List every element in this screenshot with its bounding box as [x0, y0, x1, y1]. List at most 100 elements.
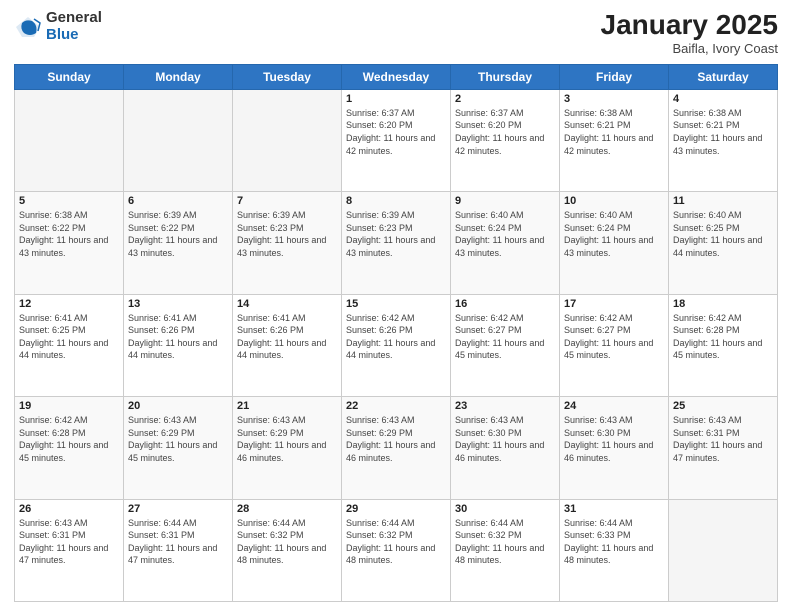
calendar-week-row: 12 Sunrise: 6:41 AMSunset: 6:25 PMDaylig…: [15, 294, 778, 396]
calendar-cell: 29 Sunrise: 6:44 AMSunset: 6:32 PMDaylig…: [342, 499, 451, 601]
day-number: 9: [455, 195, 555, 207]
day-info: Sunrise: 6:42 AMSunset: 6:27 PMDaylight:…: [455, 312, 555, 362]
day-number: 28: [237, 503, 337, 515]
calendar-cell: 21 Sunrise: 6:43 AMSunset: 6:29 PMDaylig…: [233, 397, 342, 499]
calendar-cell: 8 Sunrise: 6:39 AMSunset: 6:23 PMDayligh…: [342, 192, 451, 294]
day-number: 19: [19, 400, 119, 412]
weekday-header: Tuesday: [233, 64, 342, 89]
day-number: 24: [564, 400, 664, 412]
day-number: 16: [455, 298, 555, 310]
day-info: Sunrise: 6:43 AMSunset: 6:29 PMDaylight:…: [128, 414, 228, 464]
calendar-cell: 11 Sunrise: 6:40 AMSunset: 6:25 PMDaylig…: [669, 192, 778, 294]
day-info: Sunrise: 6:42 AMSunset: 6:27 PMDaylight:…: [564, 312, 664, 362]
day-info: Sunrise: 6:43 AMSunset: 6:31 PMDaylight:…: [19, 517, 119, 567]
day-info: Sunrise: 6:42 AMSunset: 6:28 PMDaylight:…: [19, 414, 119, 464]
day-info: Sunrise: 6:43 AMSunset: 6:31 PMDaylight:…: [673, 414, 773, 464]
calendar-cell: 4 Sunrise: 6:38 AMSunset: 6:21 PMDayligh…: [669, 89, 778, 191]
weekday-header: Thursday: [451, 64, 560, 89]
calendar-cell: 22 Sunrise: 6:43 AMSunset: 6:29 PMDaylig…: [342, 397, 451, 499]
calendar-cell: [669, 499, 778, 601]
day-info: Sunrise: 6:40 AMSunset: 6:24 PMDaylight:…: [455, 209, 555, 259]
day-info: Sunrise: 6:38 AMSunset: 6:22 PMDaylight:…: [19, 209, 119, 259]
day-info: Sunrise: 6:41 AMSunset: 6:25 PMDaylight:…: [19, 312, 119, 362]
day-info: Sunrise: 6:41 AMSunset: 6:26 PMDaylight:…: [237, 312, 337, 362]
day-number: 3: [564, 93, 664, 105]
day-number: 17: [564, 298, 664, 310]
day-number: 18: [673, 298, 773, 310]
calendar-cell: 16 Sunrise: 6:42 AMSunset: 6:27 PMDaylig…: [451, 294, 560, 396]
calendar-cell: 14 Sunrise: 6:41 AMSunset: 6:26 PMDaylig…: [233, 294, 342, 396]
logo-blue: Blue: [46, 27, 102, 44]
logo-icon: [14, 13, 42, 41]
day-info: Sunrise: 6:43 AMSunset: 6:29 PMDaylight:…: [346, 414, 446, 464]
day-number: 26: [19, 503, 119, 515]
calendar-cell: 20 Sunrise: 6:43 AMSunset: 6:29 PMDaylig…: [124, 397, 233, 499]
day-number: 27: [128, 503, 228, 515]
day-number: 6: [128, 195, 228, 207]
day-number: 30: [455, 503, 555, 515]
calendar-cell: 24 Sunrise: 6:43 AMSunset: 6:30 PMDaylig…: [560, 397, 669, 499]
day-number: 4: [673, 93, 773, 105]
day-number: 23: [455, 400, 555, 412]
day-info: Sunrise: 6:42 AMSunset: 6:26 PMDaylight:…: [346, 312, 446, 362]
calendar-cell: 30 Sunrise: 6:44 AMSunset: 6:32 PMDaylig…: [451, 499, 560, 601]
day-info: Sunrise: 6:39 AMSunset: 6:23 PMDaylight:…: [237, 209, 337, 259]
calendar-cell: 25 Sunrise: 6:43 AMSunset: 6:31 PMDaylig…: [669, 397, 778, 499]
day-info: Sunrise: 6:38 AMSunset: 6:21 PMDaylight:…: [564, 107, 664, 157]
calendar-cell: 31 Sunrise: 6:44 AMSunset: 6:33 PMDaylig…: [560, 499, 669, 601]
calendar-cell: 10 Sunrise: 6:40 AMSunset: 6:24 PMDaylig…: [560, 192, 669, 294]
header: General Blue January 2025 Baifla, Ivory …: [14, 10, 778, 56]
day-info: Sunrise: 6:44 AMSunset: 6:33 PMDaylight:…: [564, 517, 664, 567]
calendar-cell: 12 Sunrise: 6:41 AMSunset: 6:25 PMDaylig…: [15, 294, 124, 396]
main-title: January 2025: [601, 10, 778, 41]
day-number: 10: [564, 195, 664, 207]
calendar-cell: 6 Sunrise: 6:39 AMSunset: 6:22 PMDayligh…: [124, 192, 233, 294]
day-number: 8: [346, 195, 446, 207]
calendar-cell: 13 Sunrise: 6:41 AMSunset: 6:26 PMDaylig…: [124, 294, 233, 396]
day-info: Sunrise: 6:39 AMSunset: 6:23 PMDaylight:…: [346, 209, 446, 259]
day-number: 25: [673, 400, 773, 412]
weekday-header: Sunday: [15, 64, 124, 89]
day-number: 2: [455, 93, 555, 105]
calendar-cell: 3 Sunrise: 6:38 AMSunset: 6:21 PMDayligh…: [560, 89, 669, 191]
day-info: Sunrise: 6:39 AMSunset: 6:22 PMDaylight:…: [128, 209, 228, 259]
day-number: 31: [564, 503, 664, 515]
logo-text: General Blue: [46, 10, 102, 43]
calendar-table: SundayMondayTuesdayWednesdayThursdayFrid…: [14, 64, 778, 602]
day-number: 11: [673, 195, 773, 207]
day-info: Sunrise: 6:42 AMSunset: 6:28 PMDaylight:…: [673, 312, 773, 362]
calendar-cell: 17 Sunrise: 6:42 AMSunset: 6:27 PMDaylig…: [560, 294, 669, 396]
calendar-cell: [15, 89, 124, 191]
day-info: Sunrise: 6:44 AMSunset: 6:32 PMDaylight:…: [455, 517, 555, 567]
calendar-cell: 23 Sunrise: 6:43 AMSunset: 6:30 PMDaylig…: [451, 397, 560, 499]
calendar-cell: 27 Sunrise: 6:44 AMSunset: 6:31 PMDaylig…: [124, 499, 233, 601]
calendar-cell: 7 Sunrise: 6:39 AMSunset: 6:23 PMDayligh…: [233, 192, 342, 294]
day-info: Sunrise: 6:44 AMSunset: 6:32 PMDaylight:…: [346, 517, 446, 567]
calendar-cell: 9 Sunrise: 6:40 AMSunset: 6:24 PMDayligh…: [451, 192, 560, 294]
calendar-cell: [124, 89, 233, 191]
day-number: 5: [19, 195, 119, 207]
day-info: Sunrise: 6:41 AMSunset: 6:26 PMDaylight:…: [128, 312, 228, 362]
calendar-cell: [233, 89, 342, 191]
day-info: Sunrise: 6:40 AMSunset: 6:25 PMDaylight:…: [673, 209, 773, 259]
day-number: 29: [346, 503, 446, 515]
day-info: Sunrise: 6:43 AMSunset: 6:30 PMDaylight:…: [455, 414, 555, 464]
day-number: 13: [128, 298, 228, 310]
weekday-header: Saturday: [669, 64, 778, 89]
calendar-cell: 15 Sunrise: 6:42 AMSunset: 6:26 PMDaylig…: [342, 294, 451, 396]
logo-general: General: [46, 10, 102, 27]
day-number: 12: [19, 298, 119, 310]
subtitle: Baifla, Ivory Coast: [601, 41, 778, 56]
page: General Blue January 2025 Baifla, Ivory …: [0, 0, 792, 612]
day-number: 21: [237, 400, 337, 412]
title-block: January 2025 Baifla, Ivory Coast: [601, 10, 778, 56]
day-info: Sunrise: 6:43 AMSunset: 6:30 PMDaylight:…: [564, 414, 664, 464]
calendar-week-row: 26 Sunrise: 6:43 AMSunset: 6:31 PMDaylig…: [15, 499, 778, 601]
day-number: 14: [237, 298, 337, 310]
day-info: Sunrise: 6:38 AMSunset: 6:21 PMDaylight:…: [673, 107, 773, 157]
weekday-header: Friday: [560, 64, 669, 89]
calendar-cell: 19 Sunrise: 6:42 AMSunset: 6:28 PMDaylig…: [15, 397, 124, 499]
day-info: Sunrise: 6:44 AMSunset: 6:32 PMDaylight:…: [237, 517, 337, 567]
calendar-cell: 5 Sunrise: 6:38 AMSunset: 6:22 PMDayligh…: [15, 192, 124, 294]
day-number: 1: [346, 93, 446, 105]
